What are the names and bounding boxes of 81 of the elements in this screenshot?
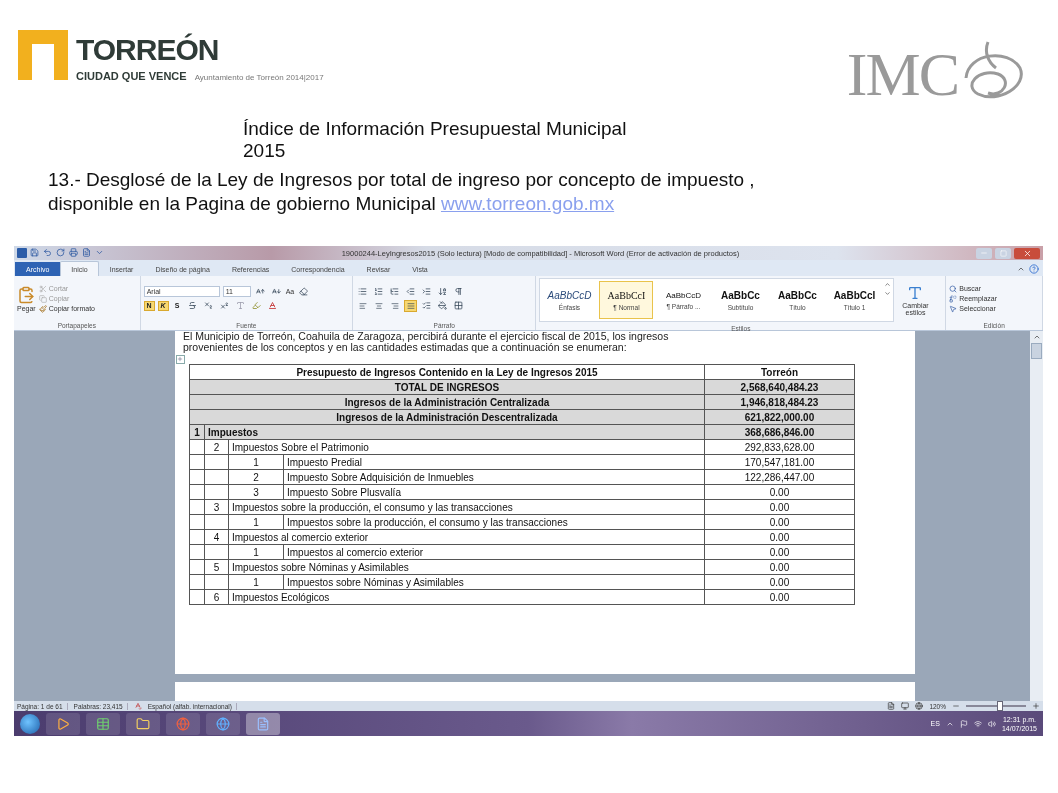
table-header: Torreón <box>704 364 855 380</box>
scroll-up-icon[interactable] <box>1032 333 1041 341</box>
clipboard-icon <box>17 285 36 304</box>
table-header: Presupuesto de Ingresos Contenido en la Ley de Ingresos 2015 <box>189 364 705 380</box>
word-icon <box>256 716 270 731</box>
caret-icon <box>95 248 104 257</box>
copy-icon <box>38 294 47 303</box>
bullets-icon <box>358 287 367 296</box>
scroll-up-icon <box>884 281 892 288</box>
align-right-icon <box>390 301 399 310</box>
font-color-icon <box>267 301 277 310</box>
brand-name: TORREÓN <box>76 34 220 66</box>
line-spacing-icon <box>422 301 431 310</box>
document-text: El Municipio de Torreón, Coahuila de Zaragoza, percibirá durante el ejercicio fiscal de 2015, los ingresos <box>183 331 670 342</box>
zoom-out-icon <box>952 702 960 710</box>
multilevel-list-icon <box>390 287 399 296</box>
close-icon <box>1022 248 1032 258</box>
spreadsheet-icon <box>96 716 110 731</box>
browser-icon <box>216 716 230 731</box>
redo-icon <box>56 248 65 257</box>
eraser-icon <box>299 287 309 296</box>
folder-icon <box>136 716 150 731</box>
borders-icon <box>454 301 463 310</box>
maximize-button[interactable] <box>995 247 1011 259</box>
text-effects-icon <box>235 301 245 310</box>
minimize-button[interactable] <box>976 247 992 259</box>
document-icon <box>82 248 91 257</box>
superscript-icon <box>219 301 229 310</box>
highlighter-icon <box>251 301 261 310</box>
flag-icon <box>959 719 968 728</box>
full-screen-icon <box>901 702 910 710</box>
web-layout-icon <box>915 702 924 710</box>
scissors-icon <box>38 284 47 293</box>
help-icon <box>1029 264 1039 274</box>
speaker-icon <box>987 719 996 728</box>
network-icon <box>973 719 982 728</box>
grow-font-icon <box>255 287 265 296</box>
indent-icon <box>422 287 431 296</box>
strikethrough-icon <box>187 301 197 310</box>
save-icon <box>30 248 39 257</box>
proofing-icon <box>133 702 142 710</box>
styles-icon <box>907 284 924 301</box>
sort-icon <box>438 287 447 296</box>
intro-paragraph: 13.- Desglosé de la Ley de Ingresos por total de ingreso por concepto de impuesto , disponible en la Pagina de gobierno Municipal www.torreon.gob.mx <box>48 168 756 216</box>
slide-title: 2015 <box>243 140 286 162</box>
logo-mark <box>18 30 68 80</box>
maximize-icon <box>999 249 1007 257</box>
pointer-icon <box>949 304 958 313</box>
paintbrush-icon <box>38 304 47 313</box>
scrollbar[interactable] <box>1030 331 1043 701</box>
outdent-icon <box>406 287 415 296</box>
word-icon[interactable] <box>17 248 27 258</box>
zoom-thumb[interactable] <box>997 701 1003 711</box>
logo-caption: Ayuntamiento de Torreón 2014|2017 <box>194 73 324 82</box>
slide-title: Índice de Información Presupuestal Municipal <box>243 118 627 140</box>
shrink-font-icon <box>271 287 281 296</box>
collapse-icon <box>1017 265 1025 273</box>
align-left-icon <box>358 301 367 310</box>
numbering-icon <box>374 287 383 296</box>
zoom-in-icon <box>1032 702 1040 710</box>
table-handle-icon[interactable] <box>176 355 185 364</box>
justify-icon <box>406 301 415 310</box>
undo-icon <box>43 248 52 257</box>
start-button[interactable] <box>20 713 40 734</box>
replace-icon <box>949 294 958 303</box>
minimize-icon <box>980 249 988 257</box>
slogan: CIUDAD QUE VENCE <box>76 70 187 82</box>
align-button[interactable] <box>404 299 417 312</box>
pilcrow-icon <box>454 287 463 296</box>
scroll-thumb[interactable] <box>1031 343 1042 359</box>
align-center-icon <box>374 301 383 310</box>
media-player-icon <box>56 716 70 731</box>
partner-logo-text: IMC <box>846 43 958 105</box>
print-layout-icon <box>887 702 896 710</box>
search-icon <box>949 284 958 293</box>
subscript-icon <box>203 301 213 310</box>
document-text: provenientes de los conceptos y en las cantidades estimadas que a continuación se enumeran: <box>183 342 628 353</box>
scroll-down-icon <box>884 290 892 297</box>
shading-icon <box>438 301 447 310</box>
close-button[interactable] <box>1014 247 1040 259</box>
printer-icon <box>69 248 78 257</box>
